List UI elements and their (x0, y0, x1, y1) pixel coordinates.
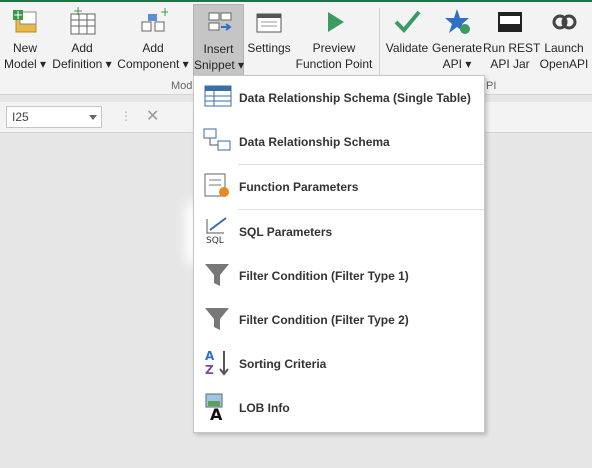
insert-snippet-label-2: Snippet ▾ (194, 58, 245, 72)
run-rest-label-1: Run REST (483, 41, 541, 55)
sql-icon: SQL (202, 215, 232, 250)
menu-item-label: Filter Condition (Filter Type 1) (239, 269, 409, 283)
validate-label: Validate (385, 41, 429, 55)
add-definition-button[interactable]: + Add Definition ▾ (50, 4, 114, 78)
add-component-icon: + (138, 5, 170, 40)
function-parameters-icon (202, 170, 232, 205)
new-model-label-2: Model ▾ (3, 57, 47, 71)
chevron-down-icon[interactable] (89, 115, 97, 120)
menu-item-label: Sorting Criteria (239, 357, 327, 371)
svg-text:Z: Z (205, 363, 214, 377)
settings-label: Settings (247, 41, 291, 55)
new-model-label-1: New (12, 41, 37, 55)
insert-snippet-button[interactable]: Insert Snippet ▾ (193, 4, 244, 76)
add-component-label-2: Component ▾ (117, 57, 189, 71)
menu-item-data-relationship-schema-single[interactable]: Data Relationship Schema (Single Table) (194, 76, 484, 120)
insert-snippet-menu: Data Relationship Schema (Single Table) … (193, 75, 485, 433)
insert-snippet-label-1: Insert (203, 42, 234, 56)
add-definition-label-1: Add (71, 41, 93, 55)
menu-item-label: Filter Condition (Filter Type 2) (239, 313, 409, 327)
settings-button[interactable]: Settings (246, 4, 292, 78)
svg-text:A: A (205, 349, 215, 363)
new-model-button[interactable]: + New Model ▾ (2, 4, 48, 78)
run-rest-icon (495, 6, 525, 40)
filter-icon (202, 303, 232, 338)
validate-button[interactable]: Validate (383, 4, 431, 78)
run-rest-label-2: API Jar (490, 57, 530, 71)
launch-openapi-button[interactable]: Launch OpenAPI (538, 4, 590, 78)
menu-item-label: Function Parameters (239, 180, 359, 194)
preview-label-2: Function Point (295, 57, 373, 71)
menu-item-label: Data Relationship Schema (239, 135, 390, 149)
add-component-button[interactable]: + Add Component ▾ (116, 4, 190, 78)
launch-openapi-label-2: OpenAPI (539, 57, 589, 71)
preview-label-1: Preview (312, 41, 356, 55)
name-box[interactable]: I25 (6, 106, 102, 128)
lob-info-icon: A (202, 391, 232, 426)
svg-text:+: + (160, 6, 168, 19)
insert-snippet-icon (204, 7, 234, 41)
menu-item-label: Data Relationship Schema (Single Table) (239, 91, 471, 105)
group-label-model: Mod (171, 80, 193, 92)
menu-item-filter-condition-type-1[interactable]: Filter Condition (Filter Type 1) (194, 254, 484, 298)
cancel-icon[interactable]: ✕ (146, 106, 159, 126)
validate-icon (392, 6, 422, 40)
add-component-label-1: Add (142, 41, 164, 55)
generate-api-label-1: Generate (432, 41, 483, 55)
svg-text:A: A (210, 405, 223, 421)
svg-text:SQL: SQL (206, 236, 224, 245)
svg-text:+: + (13, 8, 23, 22)
add-definition-icon: + (67, 4, 97, 40)
generate-api-button[interactable]: Generate API ▾ (432, 4, 482, 78)
settings-icon (254, 6, 284, 40)
svg-text:+: + (73, 6, 83, 18)
formula-bar-grip: ⋮ (120, 109, 132, 123)
menu-item-sorting-criteria[interactable]: AZ Sorting Criteria (194, 342, 484, 386)
menu-item-sql-parameters[interactable]: SQL SQL Parameters (194, 210, 484, 254)
menu-item-data-relationship-schema[interactable]: Data Relationship Schema (194, 120, 484, 164)
preview-function-point-button[interactable]: Preview Function Point (294, 4, 374, 78)
filter-icon (202, 259, 232, 294)
group-label-api: PI (486, 80, 497, 92)
preview-icon (319, 6, 349, 40)
launch-openapi-icon (549, 6, 579, 40)
menu-item-label: LOB Info (239, 401, 290, 415)
sort-az-icon: AZ (202, 347, 232, 382)
run-rest-api-jar-button[interactable]: Run REST API Jar (483, 4, 541, 78)
generate-api-icon (442, 6, 472, 40)
new-model-icon: + (10, 6, 40, 40)
menu-item-filter-condition-type-2[interactable]: Filter Condition (Filter Type 2) (194, 298, 484, 342)
menu-item-function-parameters[interactable]: Function Parameters (194, 165, 484, 209)
launch-openapi-label-1: Launch (544, 41, 584, 55)
relationship-icon (202, 125, 232, 160)
add-definition-label-2: Definition ▾ (52, 57, 112, 71)
table-icon (202, 81, 232, 116)
generate-api-label-2: API ▾ (442, 57, 472, 71)
name-box-value: I25 (12, 110, 29, 124)
menu-item-label: SQL Parameters (239, 225, 333, 239)
menu-item-lob-info[interactable]: A LOB Info (194, 386, 484, 430)
